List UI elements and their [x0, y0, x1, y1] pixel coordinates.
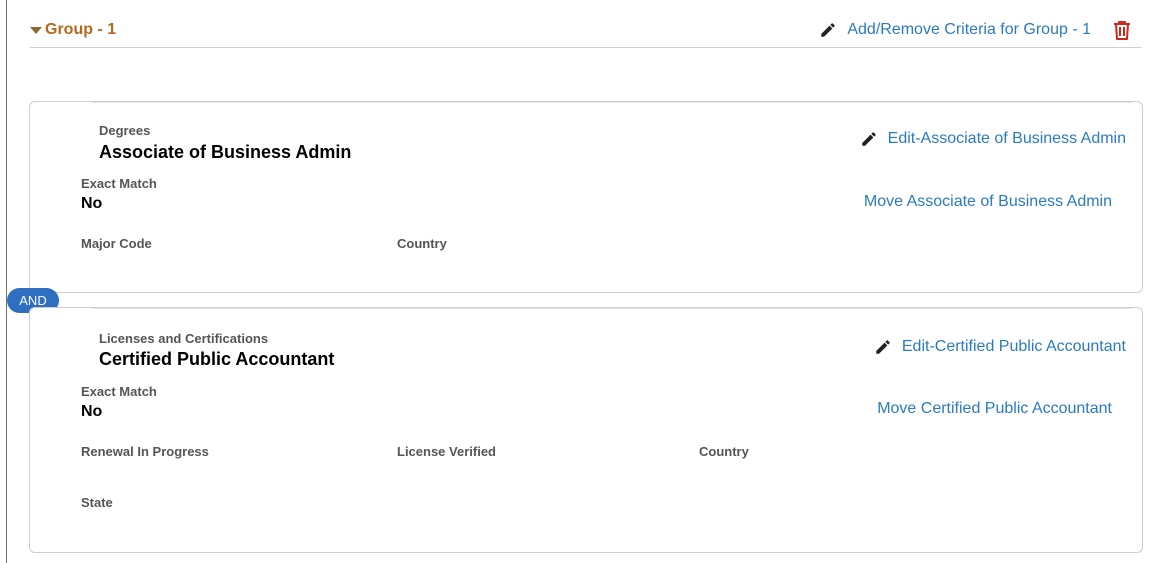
criteria-title: Associate of Business Admin: [99, 142, 352, 162]
criteria-title: Certified Public Accountant: [99, 349, 335, 369]
field-label-license-verified: License Verified: [397, 444, 496, 459]
edit-criteria-button[interactable]: Edit-Associate of Business Admin: [860, 130, 1126, 148]
field-label-country: Country: [397, 236, 447, 251]
edit-criteria-link[interactable]: Edit-Associate of Business Admin: [888, 130, 1126, 148]
exact-match-label: Exact Match: [81, 176, 157, 191]
field-label-major-code: Major Code: [81, 236, 152, 251]
pencil-icon[interactable]: [819, 21, 837, 39]
field-label-state: State: [81, 495, 113, 510]
move-criteria-link[interactable]: Move Certified Public Accountant: [877, 400, 1112, 418]
exact-match-value: No: [81, 195, 103, 212]
group-title[interactable]: Group - 1: [45, 21, 116, 39]
exact-match-value: No: [81, 403, 103, 420]
left-border: [6, 0, 7, 563]
criteria-card: Degrees Associate of Business Admin Exac…: [29, 101, 1143, 293]
caret-down-icon[interactable]: [30, 27, 42, 34]
pencil-icon[interactable]: [874, 338, 892, 356]
add-remove-criteria-link[interactable]: Add/Remove Criteria for Group - 1: [847, 21, 1091, 39]
field-label-renewal-in-progress: Renewal In Progress: [81, 444, 209, 459]
trash-icon[interactable]: [1113, 20, 1131, 40]
edit-criteria-button[interactable]: Edit-Certified Public Accountant: [874, 338, 1126, 356]
group-header: Group - 1 Add/Remove Criteria for Group …: [30, 0, 1141, 48]
group-toggle[interactable]: Group - 1: [30, 21, 116, 39]
field-label-country: Country: [699, 444, 749, 459]
pencil-icon[interactable]: [860, 130, 878, 148]
group-actions: Add/Remove Criteria for Group - 1: [819, 20, 1131, 40]
exact-match-label: Exact Match: [81, 384, 157, 399]
move-criteria-link[interactable]: Move Associate of Business Admin: [864, 193, 1112, 211]
criteria-card: Licenses and Certifications Certified Pu…: [29, 307, 1143, 553]
edit-criteria-link[interactable]: Edit-Certified Public Accountant: [902, 338, 1126, 356]
criteria-category: Degrees: [99, 123, 151, 138]
criteria-category: Licenses and Certifications: [99, 331, 269, 346]
